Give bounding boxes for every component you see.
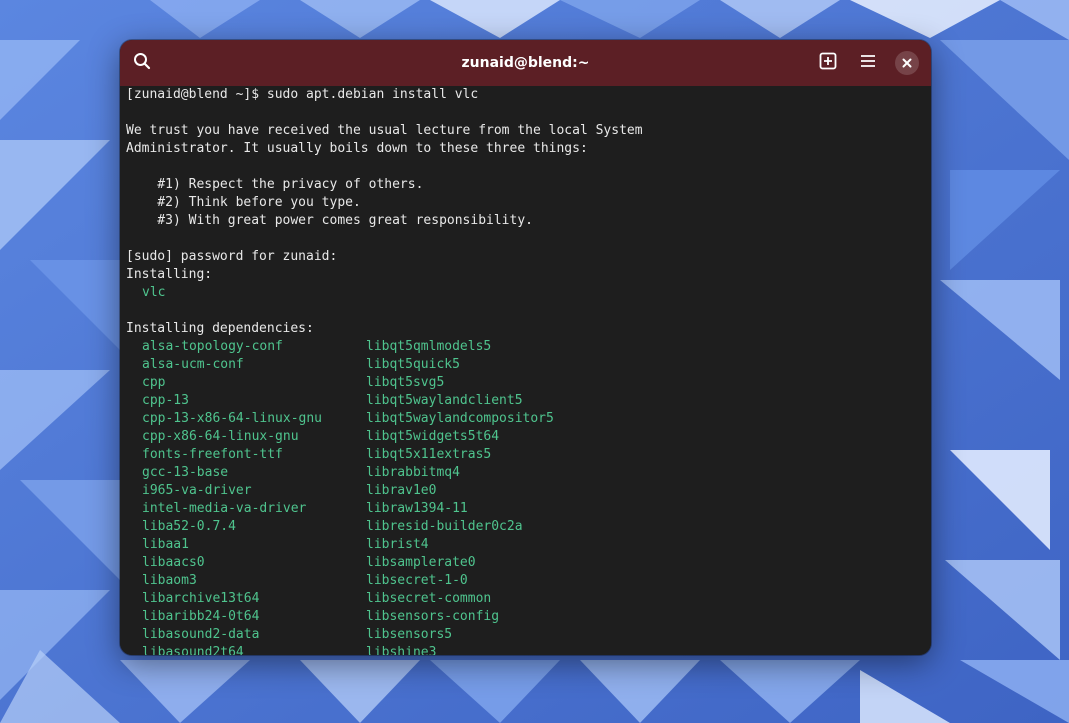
lecture-line-2: Administrator. It usually boils down to … <box>126 141 588 156</box>
sudo-password-prompt: [sudo] password for zunaid: <box>126 249 338 264</box>
terminal-output: [zunaid@blend ~]$ sudo apt.debian instal… <box>126 86 643 338</box>
dependency-row: cpp-13 libqt5waylandclient5 <box>142 392 842 410</box>
command-line: [zunaid@blend ~]$ sudo apt.debian instal… <box>126 87 479 102</box>
dependency-package: cpp-13-x86-64-linux-gnu <box>142 411 323 426</box>
dependency-package: libqt5waylandcompositor5 <box>366 411 554 426</box>
dependency-package: libaa1 <box>142 537 189 552</box>
dependency-package: librav1e0 <box>366 483 437 498</box>
dependency-row: cpp libqt5svg5 <box>142 374 842 392</box>
dependencies-label: Installing dependencies: <box>126 321 314 336</box>
new-tab-button[interactable] <box>814 49 842 77</box>
dependency-row: libarchive13t64 libsecret-common <box>142 590 842 608</box>
dependency-package: alsa-ucm-conf <box>142 357 244 372</box>
dependency-package: libqt5svg5 <box>366 375 445 390</box>
dependency-package: libresid-builder0c2a <box>366 519 523 534</box>
hamburger-menu-icon <box>859 52 877 74</box>
dependency-row: libasound2t64 libshine3 <box>142 644 842 655</box>
dependency-package: libaribb24-0t64 <box>142 609 260 624</box>
dependency-row: libasound2-data libsensors5 <box>142 626 842 644</box>
dependency-package: librist4 <box>366 537 429 552</box>
dependency-package: libsensors-config <box>366 609 500 624</box>
rule-line-1: #1) Respect the privacy of others. <box>126 177 424 192</box>
dependency-package: librabbitmq4 <box>366 465 460 480</box>
dependency-package: libaacs0 <box>142 555 205 570</box>
rule-line-3: #3) With great power comes great respons… <box>126 213 533 228</box>
dependency-package: libqt5widgets5t64 <box>366 429 500 444</box>
dependency-package: libsecret-1-0 <box>366 573 468 588</box>
window-title: zunaid@blend:~ <box>461 55 590 71</box>
dependency-package: alsa-topology-conf <box>142 339 283 354</box>
dependency-package: cpp-x86-64-linux-gnu <box>142 429 299 444</box>
dependency-package: gcc-13-base <box>142 465 229 480</box>
dependency-package: libaom3 <box>142 573 197 588</box>
dependency-row: libaacs0 libsamplerate0 <box>142 554 842 572</box>
dependency-package: libshine3 <box>366 645 437 655</box>
dependency-package: libsensors5 <box>366 627 453 642</box>
close-icon <box>901 54 913 73</box>
search-icon <box>133 52 151 74</box>
terminal-window: zunaid@blend:~ [zunaid@blend ~]$ sudo ap… <box>120 40 931 655</box>
close-button[interactable] <box>895 51 919 75</box>
dependency-package: libarchive13t64 <box>142 591 260 606</box>
dependency-row: liba52-0.7.4 libresid-builder0c2a <box>142 518 842 536</box>
window-headerbar[interactable]: zunaid@blend:~ <box>120 40 931 86</box>
rule-line-2: #2) Think before you type. <box>126 195 361 210</box>
dependency-package: libasound2-data <box>142 627 260 642</box>
dependency-row: alsa-topology-conf libqt5qmlmodels5 <box>142 338 842 356</box>
dependency-package: i965-va-driver <box>142 483 252 498</box>
dependency-list: alsa-topology-conf libqt5qmlmodels5 alsa-u… <box>142 338 842 655</box>
dependency-package: libsamplerate0 <box>366 555 476 570</box>
search-button[interactable] <box>128 49 156 77</box>
dependency-row: cpp-13-x86-64-linux-gnu libqt5waylandcomp… <box>142 410 842 428</box>
dependency-row: fonts-freefont-ttf libqt5x11extras5 <box>142 446 842 464</box>
dependency-package: libqt5qmlmodels5 <box>366 339 492 354</box>
dependency-package: cpp <box>142 375 166 390</box>
dependency-row: cpp-x86-64-linux-gnu libqt5widgets5t64 <box>142 428 842 446</box>
dependency-package: liba52-0.7.4 <box>142 519 236 534</box>
dependency-package: fonts-freefont-ttf <box>142 447 283 462</box>
dependency-row: alsa-ucm-conf libqt5quick5 <box>142 356 842 374</box>
dependency-package: cpp-13 <box>142 393 189 408</box>
dependency-package: libqt5quick5 <box>366 357 460 372</box>
new-tab-icon <box>819 52 837 74</box>
dependency-package: libsecret-common <box>366 591 492 606</box>
dependency-row: libaom3 libsecret-1-0 <box>142 572 842 590</box>
dependency-row: intel-media-va-driver libraw1394-11 <box>142 500 842 518</box>
main-menu-button[interactable] <box>854 49 882 77</box>
dependency-row: i965-va-driver librav1e0 <box>142 482 842 500</box>
dependency-package: libqt5waylandclient5 <box>366 393 523 408</box>
lecture-line-1: We trust you have received the usual lec… <box>126 123 643 138</box>
terminal-area[interactable]: [zunaid@blend ~]$ sudo apt.debian instal… <box>120 86 931 655</box>
dependency-package: libasound2t64 <box>142 645 244 655</box>
dependency-package: libraw1394-11 <box>366 501 468 516</box>
dependency-row: libaa1 librist4 <box>142 536 842 554</box>
dependency-row: gcc-13-base librabbitmq4 <box>142 464 842 482</box>
dependency-package: intel-media-va-driver <box>142 501 307 516</box>
dependency-row: libaribb24-0t64 libsensors-config <box>142 608 842 626</box>
installing-label: Installing: <box>126 267 213 282</box>
installing-package: vlc <box>142 285 166 300</box>
dependency-package: libqt5x11extras5 <box>366 447 492 462</box>
